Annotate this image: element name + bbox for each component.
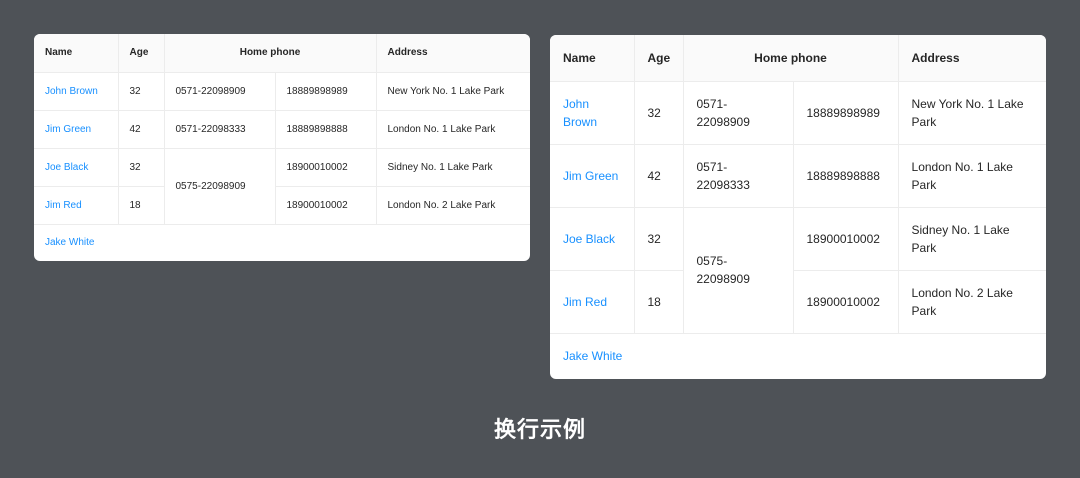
- age-cell: 32: [633, 207, 683, 271]
- table-row: Jake White: [34, 224, 530, 260]
- age-cell: 18: [117, 186, 164, 225]
- tel-cell-merged: 0575-22098909: [682, 207, 793, 334]
- name-link[interactable]: Joe Black: [34, 148, 118, 187]
- address-cell: London No. 2 Lake Park: [897, 270, 1046, 334]
- name-link[interactable]: Jake White: [34, 224, 530, 260]
- column-header-name: Name: [550, 35, 634, 82]
- table-row: Joe Black 32 0575-22098909 18900010002 S…: [34, 148, 530, 225]
- age-cell: 32: [633, 81, 683, 145]
- column-header-age: Age: [633, 35, 683, 82]
- table-card-nowrap: Name Age Home phone Address John Brown 3…: [34, 34, 530, 261]
- table-card-wrap: Name Age Home phone Address John Brown 3…: [550, 35, 1046, 379]
- table-row: Jim Green 42 0571-22098333 18889898888 L…: [34, 110, 530, 149]
- data-table: Name Age Home phone Address John Brown 3…: [34, 34, 530, 260]
- address-cell: London No. 1 Lake Park: [897, 144, 1046, 208]
- phone-cell: 18889898989: [274, 72, 376, 111]
- address-cell: London No. 1 Lake Park: [375, 110, 530, 149]
- column-header-address: Address: [375, 34, 530, 73]
- phone-cell: 18900010002: [274, 148, 376, 187]
- phone-cell: 18889898888: [274, 110, 376, 149]
- column-header-name: Name: [34, 34, 118, 73]
- tel-cell-merged: 0575-22098909: [163, 148, 275, 225]
- address-cell: New York No. 1 Lake Park: [375, 72, 530, 111]
- table-row: Joe Black 32 0575-22098909 18900010002 S…: [550, 207, 1046, 334]
- phone-cell: 18900010002: [792, 270, 899, 334]
- table-header-row: Name Age Home phone Address: [34, 34, 530, 73]
- column-header-home-phone: Home phone: [163, 34, 376, 73]
- name-link[interactable]: Jim Red: [550, 270, 634, 334]
- name-link[interactable]: Jake White: [550, 333, 1046, 378]
- table-row: Jake White: [550, 333, 1046, 378]
- table-row: Jim Red 18 18900010002 London No. 2 Lake…: [34, 186, 530, 225]
- phone-cell: 18889898888: [792, 144, 899, 208]
- column-header-home-phone: Home phone: [682, 35, 899, 82]
- table-row: John Brown 32 0571-22098909 18889898989 …: [550, 81, 1046, 145]
- name-link[interactable]: John Brown: [550, 81, 634, 145]
- table-header-row: Name Age Home phone Address: [550, 35, 1046, 82]
- age-cell: 18: [633, 270, 683, 334]
- age-cell: 32: [117, 148, 164, 187]
- age-cell: 32: [117, 72, 164, 111]
- tel-cell: 0571-22098333: [682, 144, 793, 208]
- tel-cell: 0571-22098333: [163, 110, 275, 149]
- address-cell: Sidney No. 1 Lake Park: [897, 207, 1046, 271]
- name-link[interactable]: Jim Green: [550, 144, 634, 208]
- column-header-age: Age: [117, 34, 164, 73]
- table-row: Jim Red 18 18900010002 London No. 2 Lake…: [550, 270, 1046, 334]
- name-link[interactable]: Jim Red: [34, 186, 118, 225]
- data-table: Name Age Home phone Address John Brown 3…: [550, 35, 1046, 378]
- name-link[interactable]: Joe Black: [550, 207, 634, 271]
- table-row: John Brown 32 0571-22098909 18889898989 …: [34, 72, 530, 111]
- phone-cell: 18900010002: [274, 186, 376, 225]
- tel-cell: 0571-22098909: [163, 72, 275, 111]
- age-cell: 42: [633, 144, 683, 208]
- name-link[interactable]: John Brown: [34, 72, 118, 111]
- caption-text: 换行示例: [493, 418, 586, 443]
- address-cell: Sidney No. 1 Lake Park: [375, 148, 530, 187]
- address-cell: London No. 2 Lake Park: [375, 186, 530, 225]
- tel-cell: 0571-22098909: [682, 81, 793, 145]
- phone-cell: 18889898989: [792, 81, 899, 145]
- age-cell: 42: [117, 110, 164, 149]
- phone-cell: 18900010002: [792, 207, 899, 271]
- name-link[interactable]: Jim Green: [34, 110, 118, 149]
- column-header-address: Address: [897, 35, 1046, 82]
- table-row: Jim Green 42 0571-22098333 18889898888 L…: [550, 144, 1046, 208]
- address-cell: New York No. 1 Lake Park: [897, 81, 1046, 145]
